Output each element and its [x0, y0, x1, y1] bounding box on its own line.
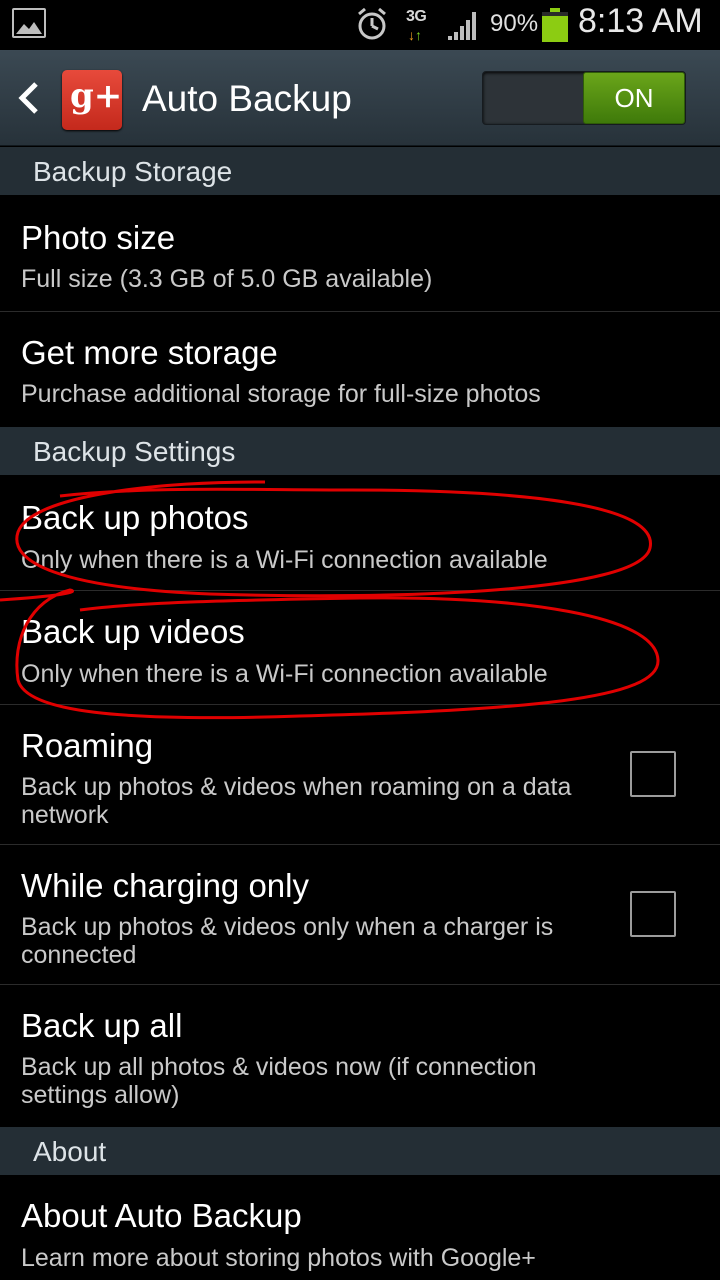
- back-up-videos-item[interactable]: Back up videos Only when there is a Wi-F…: [0, 591, 720, 705]
- network-type-label: 3G: [406, 8, 427, 25]
- item-title: Get more storage: [21, 334, 278, 371]
- item-subtitle: Full size (3.3 GB of 5.0 GB available): [21, 265, 433, 293]
- item-title: Photo size: [21, 219, 176, 256]
- section-title: About: [33, 1136, 107, 1167]
- page-title: Auto Backup: [142, 78, 352, 119]
- item-subtitle: Learn more about storing photos with Goo…: [21, 1244, 536, 1272]
- item-title: Back up all: [21, 1007, 183, 1044]
- item-title: While charging only: [21, 867, 309, 904]
- signal-strength-icon: [448, 12, 476, 40]
- item-subtitle: Purchase additional storage for full-siz…: [21, 380, 541, 408]
- section-title: Backup Storage: [33, 156, 233, 187]
- toggle-on-label: ON: [583, 72, 685, 124]
- roaming-item[interactable]: Roaming Back up photos & videos when roa…: [0, 705, 720, 845]
- item-title: Back up videos: [21, 613, 245, 650]
- status-bar: 3G ↓↑ 90% 8:13 AM: [0, 0, 720, 50]
- item-subtitle: Back up all photos & videos now (if conn…: [21, 1053, 537, 1109]
- item-title: Roaming: [21, 727, 154, 764]
- auto-backup-toggle[interactable]: ON: [482, 71, 686, 125]
- network-type-icon: 3G ↓↑: [404, 6, 436, 42]
- section-title: Backup Settings: [33, 436, 236, 467]
- clock: 8:13 AM: [578, 2, 703, 40]
- item-subtitle: Back up photos & videos when roaming on …: [21, 773, 572, 829]
- while-charging-checkbox[interactable]: [630, 891, 676, 937]
- item-subtitle: Back up photos & videos only when a char…: [21, 913, 554, 969]
- get-more-storage-item[interactable]: Get more storage Purchase additional sto…: [0, 312, 720, 427]
- section-header-about: About: [0, 1127, 720, 1175]
- google-plus-app-icon: g+: [62, 70, 122, 130]
- back-chevron-icon[interactable]: [16, 78, 44, 118]
- data-activity-icon: ↓↑: [408, 27, 422, 43]
- battery-percent: 90%: [490, 10, 539, 37]
- section-header-backup-settings: Backup Settings: [0, 427, 720, 475]
- while-charging-only-item[interactable]: While charging only Back up photos & vid…: [0, 845, 720, 985]
- item-subtitle: Only when there is a Wi-Fi connection av…: [21, 660, 548, 688]
- item-title: Back up photos: [21, 499, 249, 536]
- alarm-icon: [358, 7, 386, 40]
- photo-size-item[interactable]: Photo size Full size (3.3 GB of 5.0 GB a…: [0, 195, 720, 312]
- about-auto-backup-item[interactable]: About Auto Backup Learn more about stori…: [0, 1175, 720, 1280]
- image-notification-icon: [12, 8, 46, 38]
- section-header-backup-storage: Backup Storage: [0, 147, 720, 195]
- item-subtitle: Only when there is a Wi-Fi connection av…: [21, 546, 548, 574]
- back-up-all-item[interactable]: Back up all Back up all photos & videos …: [0, 985, 720, 1127]
- battery-icon: [542, 8, 568, 42]
- back-up-photos-item[interactable]: Back up photos Only when there is a Wi-F…: [0, 475, 720, 591]
- item-title: About Auto Backup: [21, 1197, 302, 1234]
- app-icon-text: g+: [70, 76, 123, 116]
- roaming-checkbox[interactable]: [630, 751, 676, 797]
